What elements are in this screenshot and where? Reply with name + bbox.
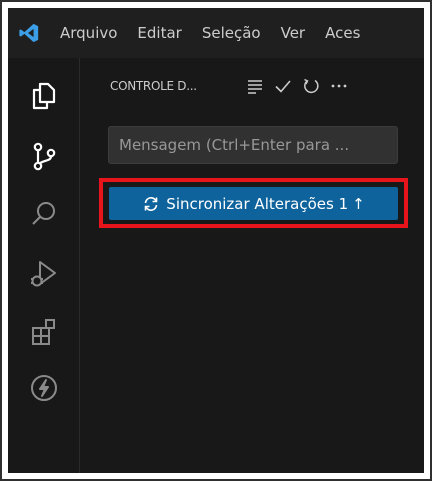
extensions-icon xyxy=(32,319,55,345)
source-control-icon xyxy=(33,142,56,171)
source-control-sidebar: CONTROLE D... Mensagem (Ctrl+Enter para … xyxy=(80,58,424,473)
more-actions-icon[interactable] xyxy=(328,75,350,97)
sidebar-title: CONTROLE D... xyxy=(110,79,197,93)
explorer-icon xyxy=(32,82,56,110)
menu-ver[interactable]: Ver xyxy=(271,8,316,58)
sync-icon xyxy=(142,195,160,213)
activity-explorer[interactable] xyxy=(8,66,80,126)
activity-search[interactable] xyxy=(8,184,80,244)
list-view-icon[interactable] xyxy=(244,75,266,97)
search-icon xyxy=(32,202,55,225)
sync-button-label: Sincronizar Alterações 1 xyxy=(166,194,349,213)
sync-changes-button[interactable]: Sincronizar Alterações 1 ↑ xyxy=(109,187,398,220)
commit-message-input[interactable] xyxy=(108,126,398,164)
activity-source-control[interactable] xyxy=(8,126,80,186)
menu-bar: Arquivo Editar Seleção Ver Aces xyxy=(8,8,424,58)
lightning-icon xyxy=(31,375,57,401)
commit-check-icon[interactable] xyxy=(272,75,294,97)
activity-extensions[interactable] xyxy=(8,302,80,362)
run-debug-icon xyxy=(31,261,56,287)
menu-acessar[interactable]: Aces xyxy=(315,8,370,58)
activity-run-debug[interactable] xyxy=(8,244,80,304)
activity-bar xyxy=(8,58,80,473)
vscode-window: Arquivo Editar Seleção Ver Aces CONTROLE… xyxy=(7,7,425,474)
activity-lightning[interactable] xyxy=(8,358,80,418)
sidebar-header: CONTROLE D... xyxy=(80,58,424,114)
menu-selecao[interactable]: Seleção xyxy=(192,8,271,58)
menu-editar[interactable]: Editar xyxy=(127,8,191,58)
refresh-icon[interactable] xyxy=(300,75,322,97)
vscode-logo-icon xyxy=(8,8,50,58)
menu-arquivo[interactable]: Arquivo xyxy=(50,8,127,58)
outgoing-arrow-icon: ↑ xyxy=(352,194,365,213)
